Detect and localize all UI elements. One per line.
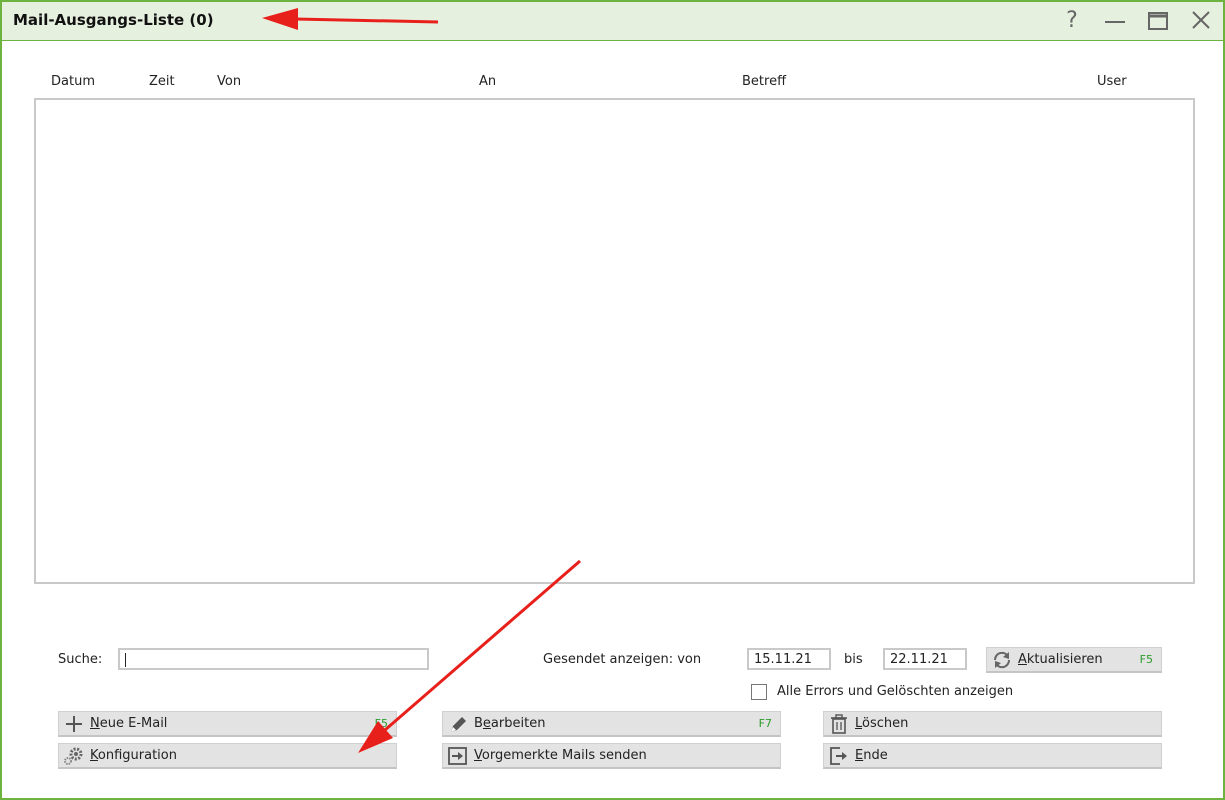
search-input[interactable] [118, 648, 429, 670]
show-all-label: Alle Errors und Gelöschten anzeigen [777, 684, 1014, 699]
column-header-an[interactable]: An [479, 74, 496, 89]
maximize-icon[interactable] [1143, 8, 1173, 34]
search-label: Suche: [58, 652, 103, 667]
configuration-button[interactable]: Konfiguration [58, 743, 397, 769]
plus-icon [66, 716, 82, 732]
window-title: Mail-Ausgangs-Liste (0) [13, 11, 214, 29]
send-queued-mails-label: Vorgemerkte Mails senden [474, 748, 647, 763]
to-label: bis [844, 652, 863, 667]
end-label: Ende [855, 748, 888, 763]
mail-list[interactable] [34, 98, 1195, 584]
new-email-shortcut: F5 [374, 717, 388, 730]
show-all-checkbox[interactable] [751, 684, 767, 700]
column-header-user[interactable]: User [1097, 74, 1127, 89]
column-header-datum[interactable]: Datum [51, 74, 95, 89]
title-bar: Mail-Ausgangs-Liste (0) ? [2, 2, 1223, 41]
column-header-zeit[interactable]: Zeit [149, 74, 175, 89]
edit-shortcut: F7 [758, 717, 772, 730]
column-header-von[interactable]: Von [217, 74, 241, 89]
from-date-value: 15.11.21 [754, 652, 812, 667]
help-icon[interactable]: ? [1057, 8, 1087, 34]
end-button[interactable]: Ende [823, 743, 1162, 769]
delete-button[interactable]: Löschen [823, 711, 1162, 737]
configuration-label: Konfiguration [90, 748, 177, 763]
sent-filter-label: Gesendet anzeigen: von [543, 652, 702, 667]
gears-icon [64, 747, 83, 765]
minimize-icon[interactable] [1100, 8, 1130, 34]
column-header-betreff[interactable]: Betreff [742, 74, 786, 89]
new-email-label: Neue E-Mail [90, 716, 168, 731]
refresh-shortcut: F5 [1139, 653, 1153, 666]
refresh-button[interactable]: Aktualisieren F5 [986, 647, 1162, 673]
edit-button[interactable]: Bearbeiten F7 [442, 711, 781, 737]
refresh-icon [993, 651, 1011, 669]
trash-icon [831, 714, 847, 734]
to-date-field[interactable]: 22.11.21 [883, 648, 967, 670]
to-date-value: 22.11.21 [890, 652, 948, 667]
exit-icon [830, 747, 847, 765]
from-date-field[interactable]: 15.11.21 [747, 648, 831, 670]
send-arrow-icon [448, 747, 467, 765]
pencil-icon [451, 717, 466, 732]
edit-label: Bearbeiten [474, 716, 546, 731]
new-email-button[interactable]: Neue E-Mail F5 [58, 711, 397, 737]
delete-label: Löschen [855, 716, 909, 731]
refresh-label: Aktualisieren [1018, 652, 1103, 667]
close-icon[interactable] [1186, 8, 1216, 34]
send-queued-mails-button[interactable]: Vorgemerkte Mails senden [442, 743, 781, 769]
mail-outbox-window: Mail-Ausgangs-Liste (0) ? Datum Zeit Von… [0, 0, 1225, 800]
